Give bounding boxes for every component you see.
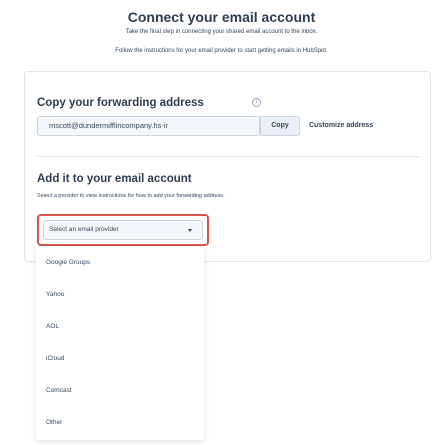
- provider-select-highlight: Select an email provider: [37, 214, 209, 246]
- dropdown-option-other[interactable]: Other: [46, 419, 62, 426]
- copy-button[interactable]: Copy: [260, 116, 300, 136]
- dropdown-option-yahoo[interactable]: Yahoo: [46, 291, 64, 298]
- info-icon[interactable]: i: [252, 98, 261, 107]
- page-instructions: Follow the instructions for your email p…: [115, 48, 328, 54]
- divider: [37, 156, 420, 157]
- add-section-description: Select a provider to view instructions f…: [37, 193, 225, 199]
- forwarding-section-title: Copy your forwarding address: [37, 97, 204, 109]
- connect-card: Copy your forwarding address i mscott@du…: [24, 71, 431, 262]
- dropdown-option-google-groups[interactable]: Google Groups: [46, 259, 90, 266]
- customize-address-link[interactable]: Customize address: [309, 122, 373, 129]
- dropdown-option-icloud[interactable]: iCloud: [46, 355, 64, 362]
- provider-dropdown-menu: Google Groups Yahoo AOL iCloud Comcast O…: [36, 247, 204, 440]
- dropdown-option-aol[interactable]: AOL: [46, 323, 59, 330]
- forwarding-address-field[interactable]: mscott@dundermifflincompany.hs-ir: [37, 116, 260, 136]
- provider-select-placeholder: Select an email provider: [49, 226, 119, 233]
- page-title: Connect your email account: [127, 9, 316, 25]
- add-section-title: Add it to your email account: [37, 173, 192, 185]
- dropdown-option-comcast[interactable]: Comcast: [46, 387, 72, 394]
- chevron-down-icon: [188, 229, 192, 232]
- provider-select[interactable]: Select an email provider: [43, 220, 203, 240]
- page-subtitle: Take the final step in connecting your s…: [125, 29, 318, 35]
